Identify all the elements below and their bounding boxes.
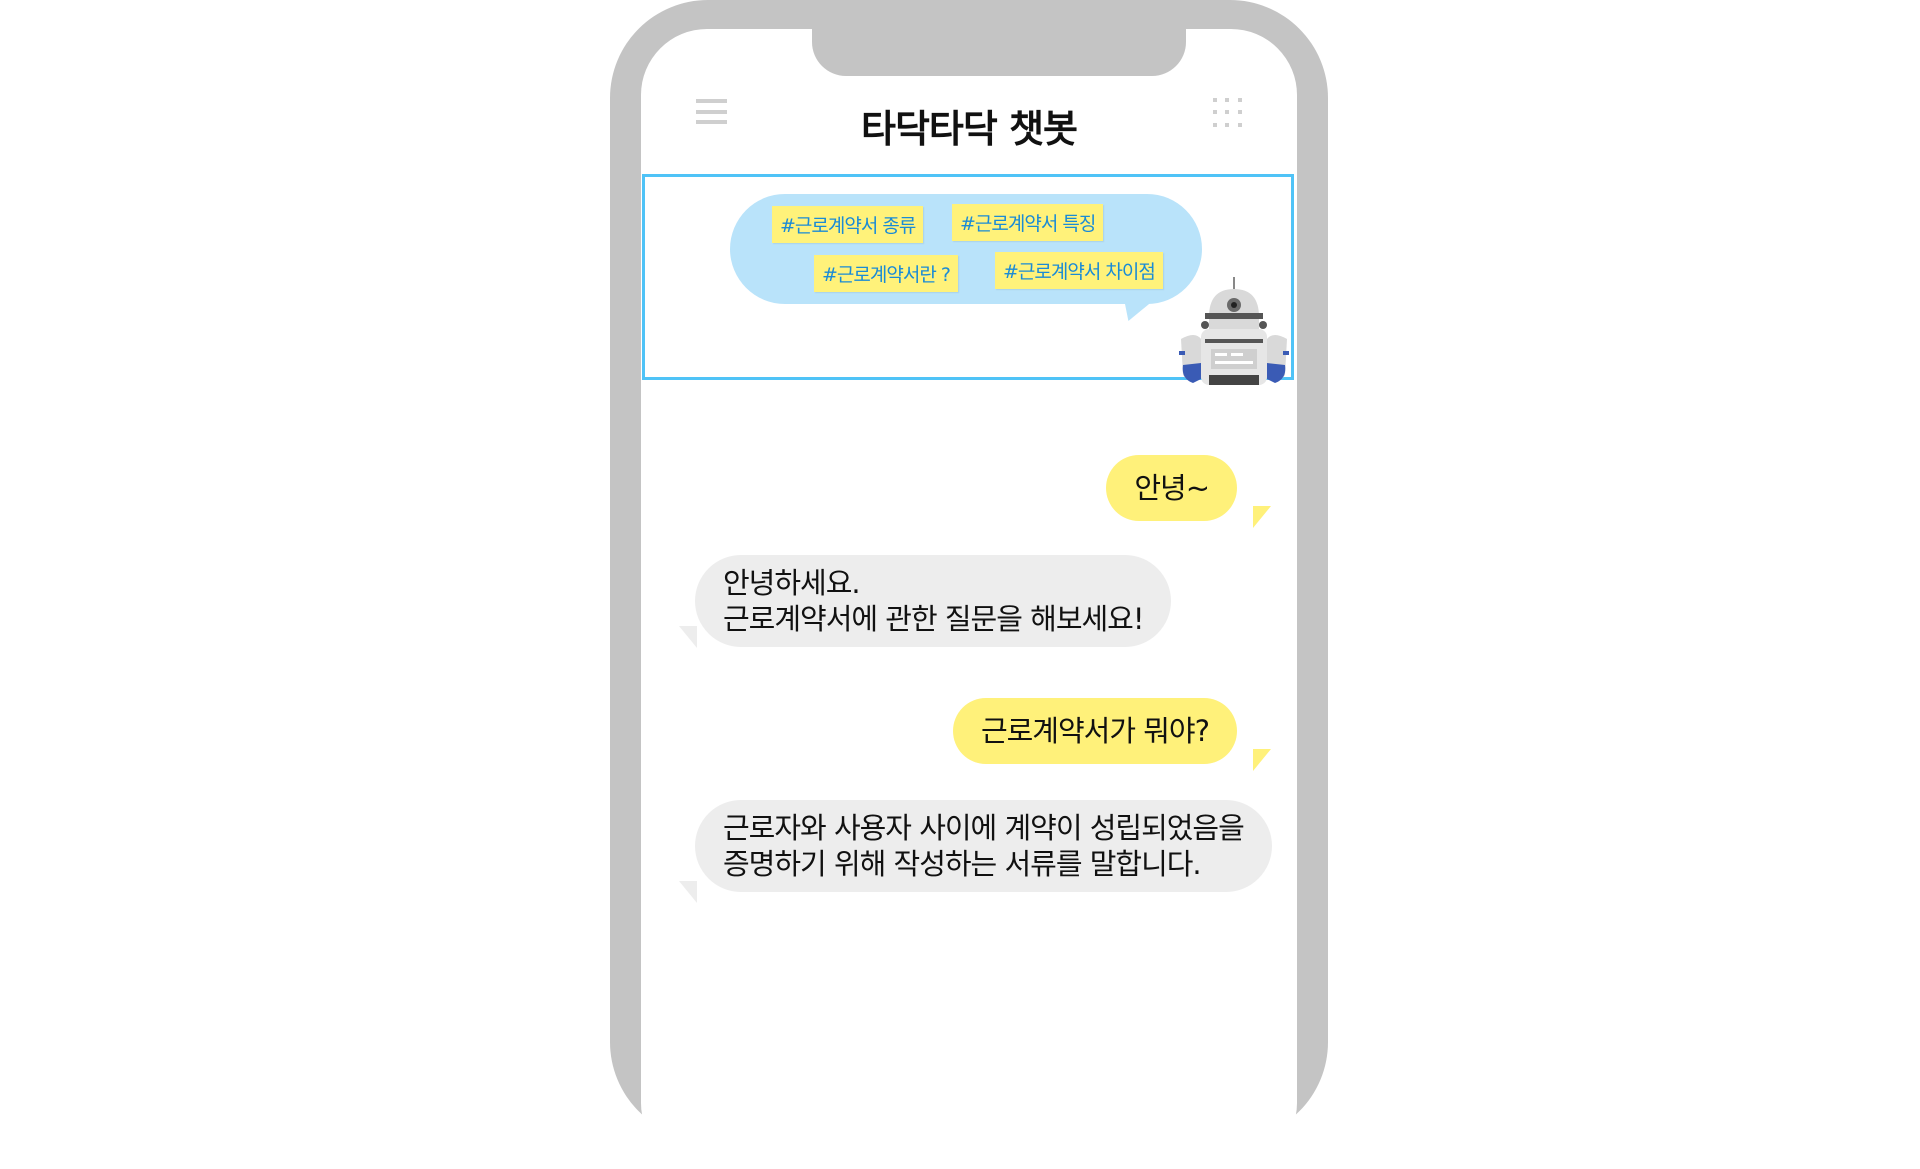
bot-message-line: 안녕하세요. xyxy=(723,566,861,600)
robot-mascot-icon xyxy=(1179,277,1289,385)
faq-tag-differences[interactable]: #근로계약서 차이점 xyxy=(995,252,1163,289)
bot-bubble-tail xyxy=(679,626,697,648)
user-bubble-tail xyxy=(1253,749,1271,771)
user-message-bubble: 근로계약서가 뭐야? xyxy=(952,698,1237,764)
bot-bubble-tail xyxy=(679,881,697,903)
grid-apps-icon[interactable] xyxy=(1213,98,1243,128)
bot-message-line: 증명하기 위해 작성하는 서류를 말합니다. xyxy=(723,847,1202,881)
faq-panel: #근로계약서 종류 #근로계약서 특징 #근로계약서란 ? #근로계약서 차이점 xyxy=(642,174,1294,385)
phone-notch xyxy=(812,29,1186,76)
page-title: 타닥타닥 챗봇 xyxy=(861,107,1078,151)
user-message-text: 안녕~ xyxy=(1134,471,1210,505)
faq-tag-definition[interactable]: #근로계약서란 ? xyxy=(814,255,958,292)
phone-screen: 타닥타닥 챗봇 #근로계약서 종류 #근로계약서 특징 #근로계약서란 ? #근… xyxy=(641,29,1297,1169)
user-bubble-tail xyxy=(1253,506,1271,528)
phone-frame: 타닥타닥 챗봇 #근로계약서 종류 #근로계약서 특징 #근로계약서란 ? #근… xyxy=(610,0,1328,1169)
user-message-bubble: 안녕~ xyxy=(1106,455,1237,521)
bot-message-line: 근로자와 사용자 사이에 계약이 성립되었음을 xyxy=(723,811,1245,845)
bot-message-bubble: 근로자와 사용자 사이에 계약이 성립되었음을 증명하기 위해 작성하는 서류를… xyxy=(695,800,1272,892)
bot-message-line: 근로계약서에 관한 질문을 해보세요! xyxy=(723,602,1144,636)
faq-tag-types[interactable]: #근로계약서 종류 xyxy=(772,206,924,243)
user-message-text: 근로계약서가 뭐야? xyxy=(980,714,1210,748)
faq-tag-features[interactable]: #근로계약서 특징 xyxy=(952,204,1104,241)
bot-message-bubble: 안녕하세요. 근로계약서에 관한 질문을 해보세요! xyxy=(695,555,1172,647)
